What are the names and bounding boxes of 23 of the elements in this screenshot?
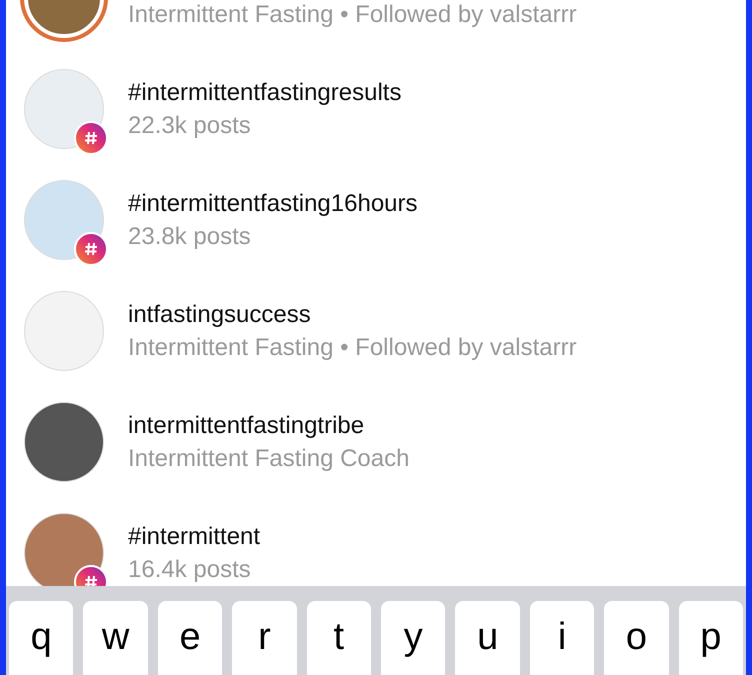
result-subtitle: 22.3k posts [128, 110, 252, 140]
keyboard-key[interactable]: w [83, 601, 148, 675]
result-title[interactable]: #intermittent [128, 520, 260, 552]
result-title[interactable]: #intermittentfasting16hours [128, 186, 418, 220]
result-title[interactable]: #intermittentfastingresults [128, 76, 402, 108]
keyboard-key[interactable]: e [158, 601, 222, 675]
keyboard-key[interactable]: o [604, 601, 669, 675]
result-title[interactable]: intermittentfastingtribe [128, 408, 410, 442]
hash-icon [84, 242, 98, 256]
result-subtitle: Intermittent Fasting Coach [128, 444, 410, 474]
keyboard-key[interactable]: u [455, 601, 520, 675]
keyboard-key[interactable]: p [678, 601, 744, 675]
keyboard-key[interactable]: i [530, 601, 594, 675]
result-subtitle: 23.8k posts [128, 222, 252, 252]
keyboard-key[interactable]: t [306, 601, 372, 675]
keyboard-key[interactable]: y [381, 601, 446, 675]
keyboard-key[interactable]: r [232, 601, 297, 675]
hash-icon [84, 130, 98, 144]
keyboard-key[interactable]: q [9, 601, 74, 675]
result-subtitle: Intermittent Fasting • Followed by valstarrr [128, 332, 577, 362]
result-title[interactable]: intfastingsuccess [128, 298, 577, 330]
result-subtitle: Intermittent Fasting • Followed by valstarrr [128, 0, 577, 30]
result-subtitle: 16.4k posts [128, 554, 252, 584]
